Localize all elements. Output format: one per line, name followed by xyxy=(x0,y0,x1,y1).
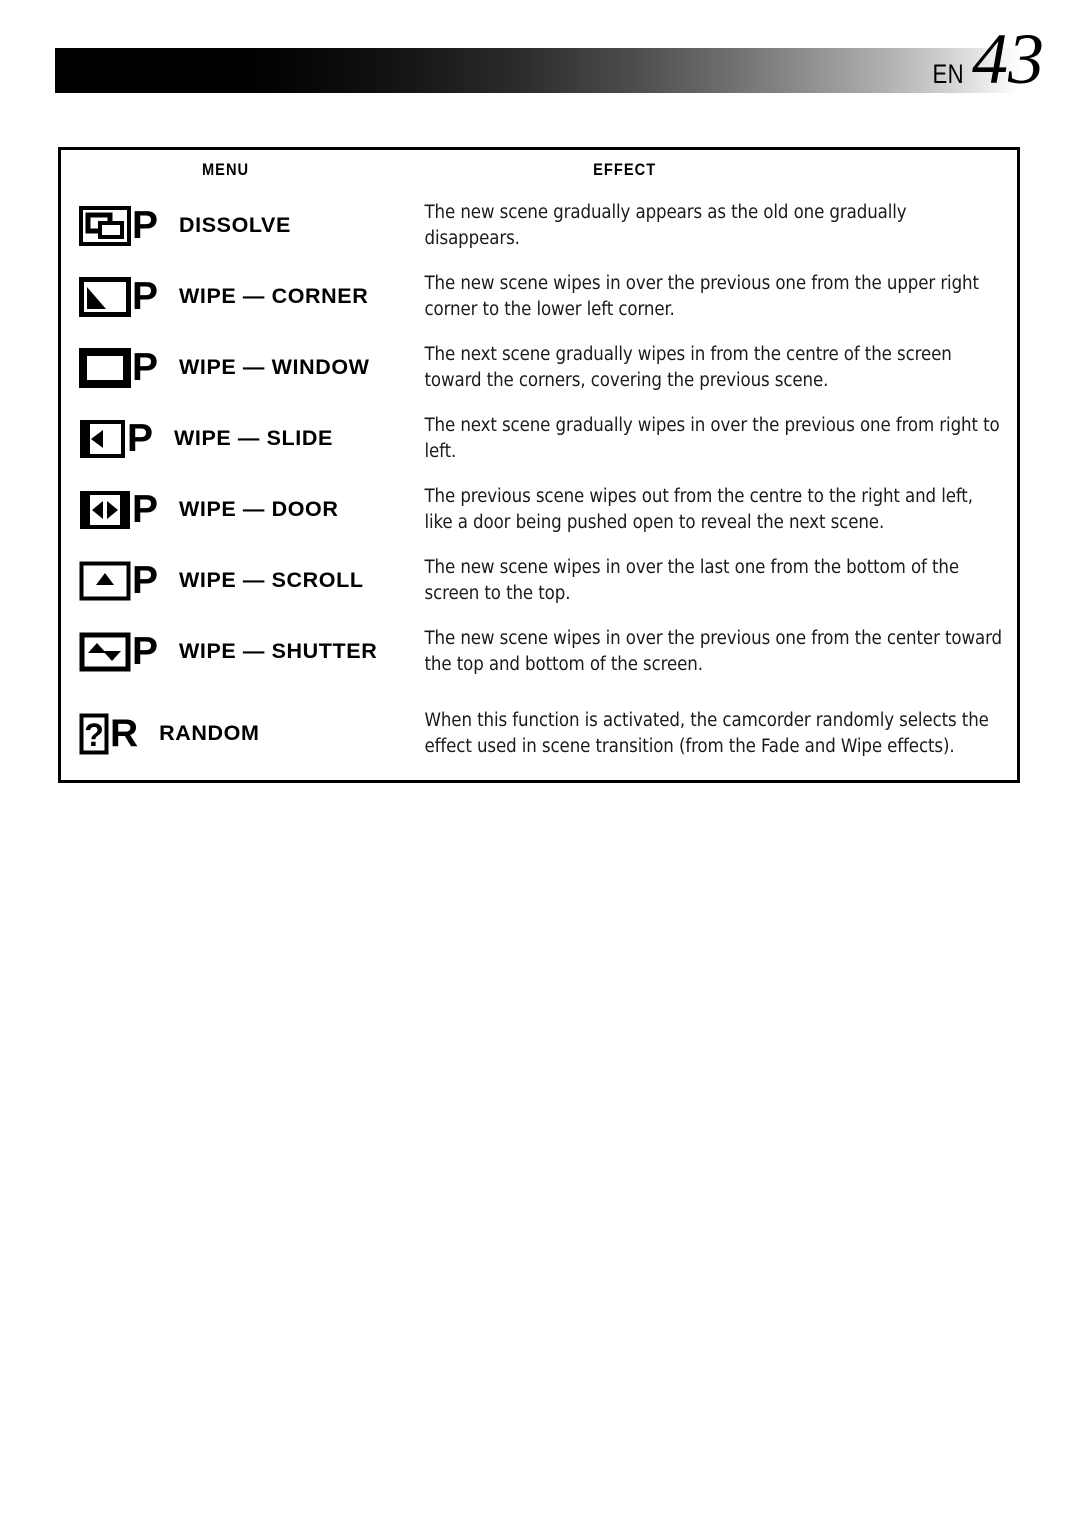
effect-text: The new scene wipes in over the previous… xyxy=(424,628,1003,675)
effect-text: The previous scene wipes out from the ce… xyxy=(424,486,974,533)
wipe-window-pictogram xyxy=(79,347,131,388)
wipe-shutter-pictogram xyxy=(79,632,131,672)
menu-label: WIPE — SCROLL xyxy=(179,568,364,593)
wipe-slide-pictogram xyxy=(80,419,125,458)
effect-text: The next scene gradually wipes in from t… xyxy=(424,344,952,391)
wipe-corner-pictogram xyxy=(79,276,131,317)
icon-letter: P xyxy=(132,559,158,603)
page-header: EN 43 xyxy=(0,0,1080,120)
effect-cell: The new scene wipes in over the last one… xyxy=(405,545,1019,616)
table-row: P WIPE — WINDOW The next scene gradually… xyxy=(60,332,1019,403)
wipe-door-icon: P xyxy=(79,488,158,532)
menu-label: DISSOLVE xyxy=(179,213,291,238)
table-row: ? R RANDOM When this function is activat… xyxy=(60,687,1019,782)
effect-text: When this function is activated, the cam… xyxy=(424,710,989,757)
menu-cell: P WIPE — SCROLL xyxy=(60,545,405,616)
wipe-scroll-icon: P xyxy=(79,559,158,603)
dissolve-pictogram xyxy=(79,205,131,246)
table-row: P WIPE — SLIDE The next scene gradually … xyxy=(60,403,1019,474)
menu-cell: P WIPE — SLIDE xyxy=(60,403,405,474)
menu-label: WIPE — SHUTTER xyxy=(179,639,378,664)
column-header-effect-label: EFFECT xyxy=(593,160,657,179)
icon-letter: R xyxy=(110,712,138,756)
menu-cell: P WIPE — DOOR xyxy=(60,474,405,545)
page-number: 43 xyxy=(972,19,1044,99)
wipe-shutter-icon: P xyxy=(79,630,158,674)
effect-text: The next scene gradually wipes in over t… xyxy=(424,415,1000,462)
wipe-corner-icon: P xyxy=(79,274,158,319)
header-gradient-bar xyxy=(55,48,1020,93)
icon-letter: P xyxy=(132,488,158,532)
effect-cell: The new scene wipes in over the previous… xyxy=(405,261,1019,332)
menu-label: RANDOM xyxy=(159,721,260,746)
effect-cell: The next scene gradually wipes in from t… xyxy=(405,332,1019,403)
menu-cell: ? R RANDOM xyxy=(60,687,405,782)
effect-cell: The next scene gradually wipes in over t… xyxy=(405,403,1019,474)
effect-cell: The new scene gradually appears as the o… xyxy=(405,190,1019,261)
table-row: P WIPE — DOOR The previous scene wipes o… xyxy=(60,474,1019,545)
effect-cell: The new scene wipes in over the previous… xyxy=(405,616,1019,687)
column-header-effect: EFFECT xyxy=(405,149,1019,191)
effect-text: The new scene wipes in over the last one… xyxy=(424,557,960,604)
wipe-window-icon: P xyxy=(79,346,158,390)
menu-cell: P DISSOLVE xyxy=(60,190,405,261)
icon-letter: P xyxy=(127,417,153,461)
table-row: P DISSOLVE The new scene gradually appea… xyxy=(60,190,1019,261)
menu-cell: P WIPE — SHUTTER xyxy=(60,616,405,687)
icon-letter: P xyxy=(132,203,158,247)
icon-letter: P xyxy=(132,630,158,674)
wipe-door-pictogram xyxy=(80,490,130,529)
column-header-menu-label: MENU xyxy=(202,160,250,179)
page-marker: EN 43 xyxy=(929,19,1044,99)
menu-label: WIPE — CORNER xyxy=(179,284,369,309)
icon-letter: P xyxy=(132,346,158,389)
table-row: P WIPE — CORNER The new scene wipes in o… xyxy=(60,261,1019,332)
effect-text: The new scene gradually appears as the o… xyxy=(424,202,907,249)
menu-label: WIPE — DOOR xyxy=(179,497,339,522)
effect-cell: When this function is activated, the cam… xyxy=(405,687,1019,782)
wipe-slide-icon: P xyxy=(79,417,153,461)
random-pictogram: ? xyxy=(79,713,109,755)
wipe-scroll-pictogram xyxy=(79,561,131,601)
table-header-row: MENU EFFECT xyxy=(60,149,1019,191)
effect-cell: The previous scene wipes out from the ce… xyxy=(405,474,1019,545)
menu-label: WIPE — SLIDE xyxy=(174,426,333,451)
table-row: P WIPE — SCROLL The new scene wipes in o… xyxy=(60,545,1019,616)
effects-table: MENU EFFECT P DISSOLVE The new scene gra… xyxy=(58,147,1020,784)
table-row: P WIPE — SHUTTER The new scene wipes in … xyxy=(60,616,1019,687)
column-header-menu: MENU xyxy=(60,149,405,191)
menu-label: WIPE — WINDOW xyxy=(179,355,370,380)
random-icon: ? R xyxy=(79,712,138,756)
icon-letter: P xyxy=(132,274,158,318)
dissolve-icon: P xyxy=(79,203,158,248)
effect-text: The new scene wipes in over the previous… xyxy=(424,273,980,320)
menu-cell: P WIPE — WINDOW xyxy=(60,332,405,403)
language-code: EN xyxy=(932,59,965,89)
menu-cell: P WIPE — CORNER xyxy=(60,261,405,332)
svg-text:?: ? xyxy=(84,717,104,753)
